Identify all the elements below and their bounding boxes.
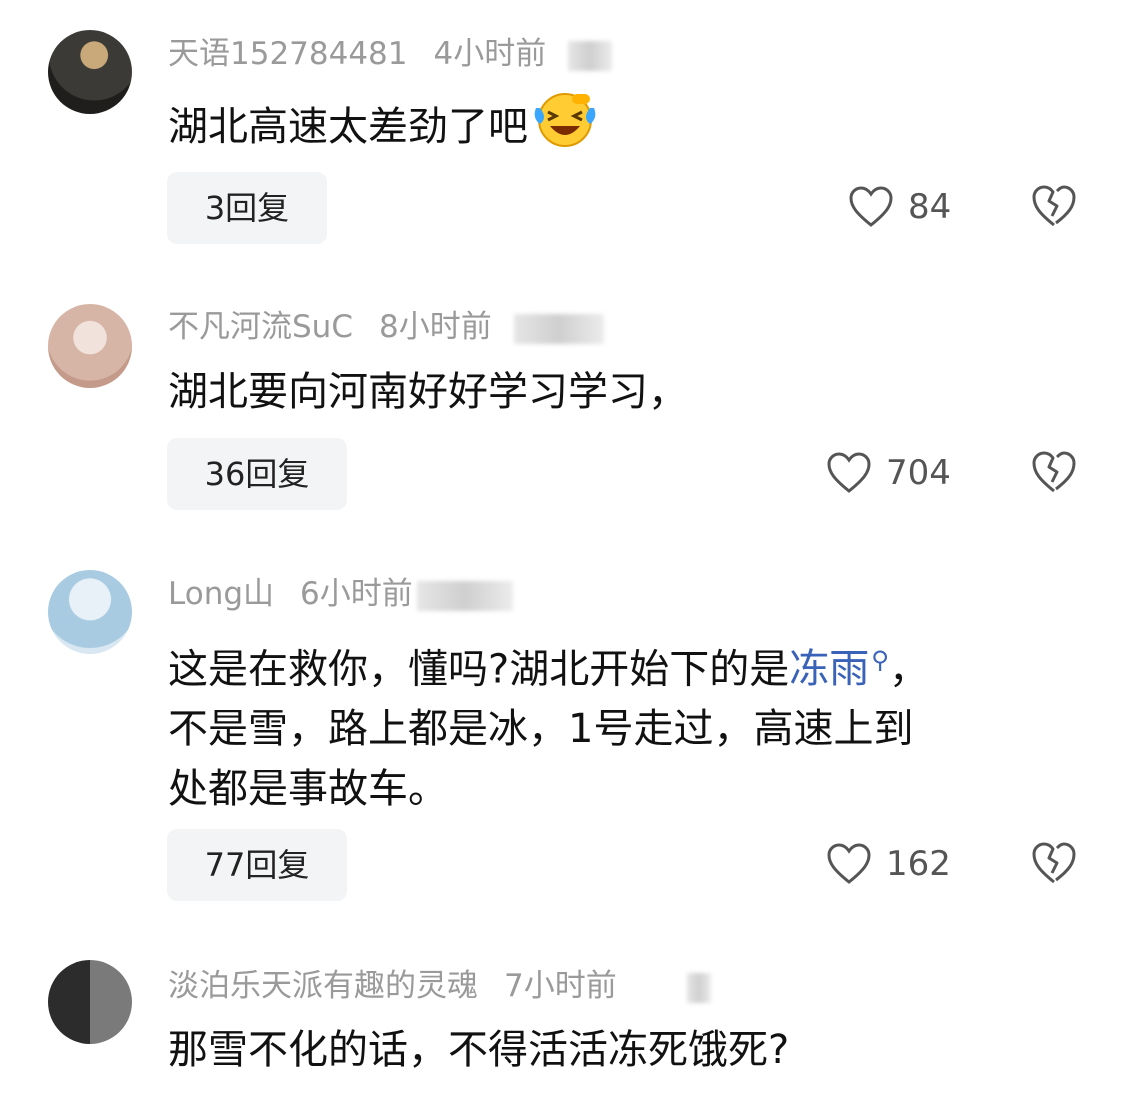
dislike-button[interactable] — [1030, 450, 1080, 500]
like-count: 704 — [886, 453, 951, 493]
avatar[interactable] — [48, 304, 132, 388]
timestamp: 7小时前 — [504, 968, 617, 1004]
timestamp: 8小时前 — [378, 309, 492, 345]
reply-button[interactable]: 36回复 — [167, 438, 347, 510]
blurred-location — [686, 972, 711, 1003]
search-keyword-link[interactable]: 冻雨⚲ — [789, 646, 889, 692]
username[interactable]: Long山 — [168, 576, 274, 612]
heart-outline-icon — [827, 843, 871, 884]
like-button[interactable]: 84 — [848, 182, 951, 232]
blurred-location — [416, 580, 513, 611]
like-button[interactable]: 162 — [826, 839, 951, 889]
comment-meta: 不凡河流SuC 8小时前 — [168, 307, 604, 347]
avatar[interactable] — [48, 30, 132, 114]
broken-heart-icon — [1032, 842, 1076, 884]
username[interactable]: 不凡河流SuC — [168, 309, 353, 345]
comment-meta: 天语152784481 4小时前 — [168, 34, 613, 74]
timestamp: 6小时前 — [300, 576, 413, 612]
heart-outline-icon — [827, 452, 871, 493]
like-count: 84 — [908, 187, 952, 227]
heart-outline-icon — [849, 186, 893, 227]
like-button[interactable]: 704 — [826, 448, 951, 498]
blurred-location — [568, 40, 613, 71]
avatar[interactable] — [48, 570, 132, 654]
reply-button[interactable]: 77回复 — [167, 829, 347, 901]
dislike-button[interactable] — [1030, 184, 1080, 234]
comment-meta: Long山 6小时前 — [168, 574, 513, 614]
username[interactable]: 天语152784481 — [168, 36, 408, 72]
like-count: 162 — [886, 844, 951, 884]
grinning-squinting-tears-icon — [532, 90, 598, 165]
broken-heart-icon — [1032, 451, 1076, 493]
blurred-location — [513, 313, 604, 344]
comment-text[interactable]: 那雪不化的话，不得活活冻死饿死? — [168, 1020, 1069, 1080]
comment-text[interactable]: 湖北要向河南好好学习学习， — [168, 362, 1069, 422]
timestamp: 4小时前 — [433, 36, 547, 72]
username[interactable]: 淡泊乐天派有趣的灵魂 — [168, 968, 478, 1004]
broken-heart-icon — [1032, 185, 1076, 227]
search-icon: ⚲ — [871, 646, 889, 674]
comment-meta: 淡泊乐天派有趣的灵魂 7小时前 — [168, 966, 711, 1006]
avatar[interactable] — [48, 960, 132, 1044]
dislike-button[interactable] — [1030, 841, 1080, 891]
comment-text[interactable]: 湖北高速太差劲了吧 — [168, 90, 1069, 165]
reply-button[interactable]: 3回复 — [167, 172, 327, 244]
comment-text[interactable]: 这是在救你，懂吗?湖北开始下的是冻雨⚲， 不是雪，路上都是冰，1号走过，高速上到… — [168, 630, 1069, 819]
